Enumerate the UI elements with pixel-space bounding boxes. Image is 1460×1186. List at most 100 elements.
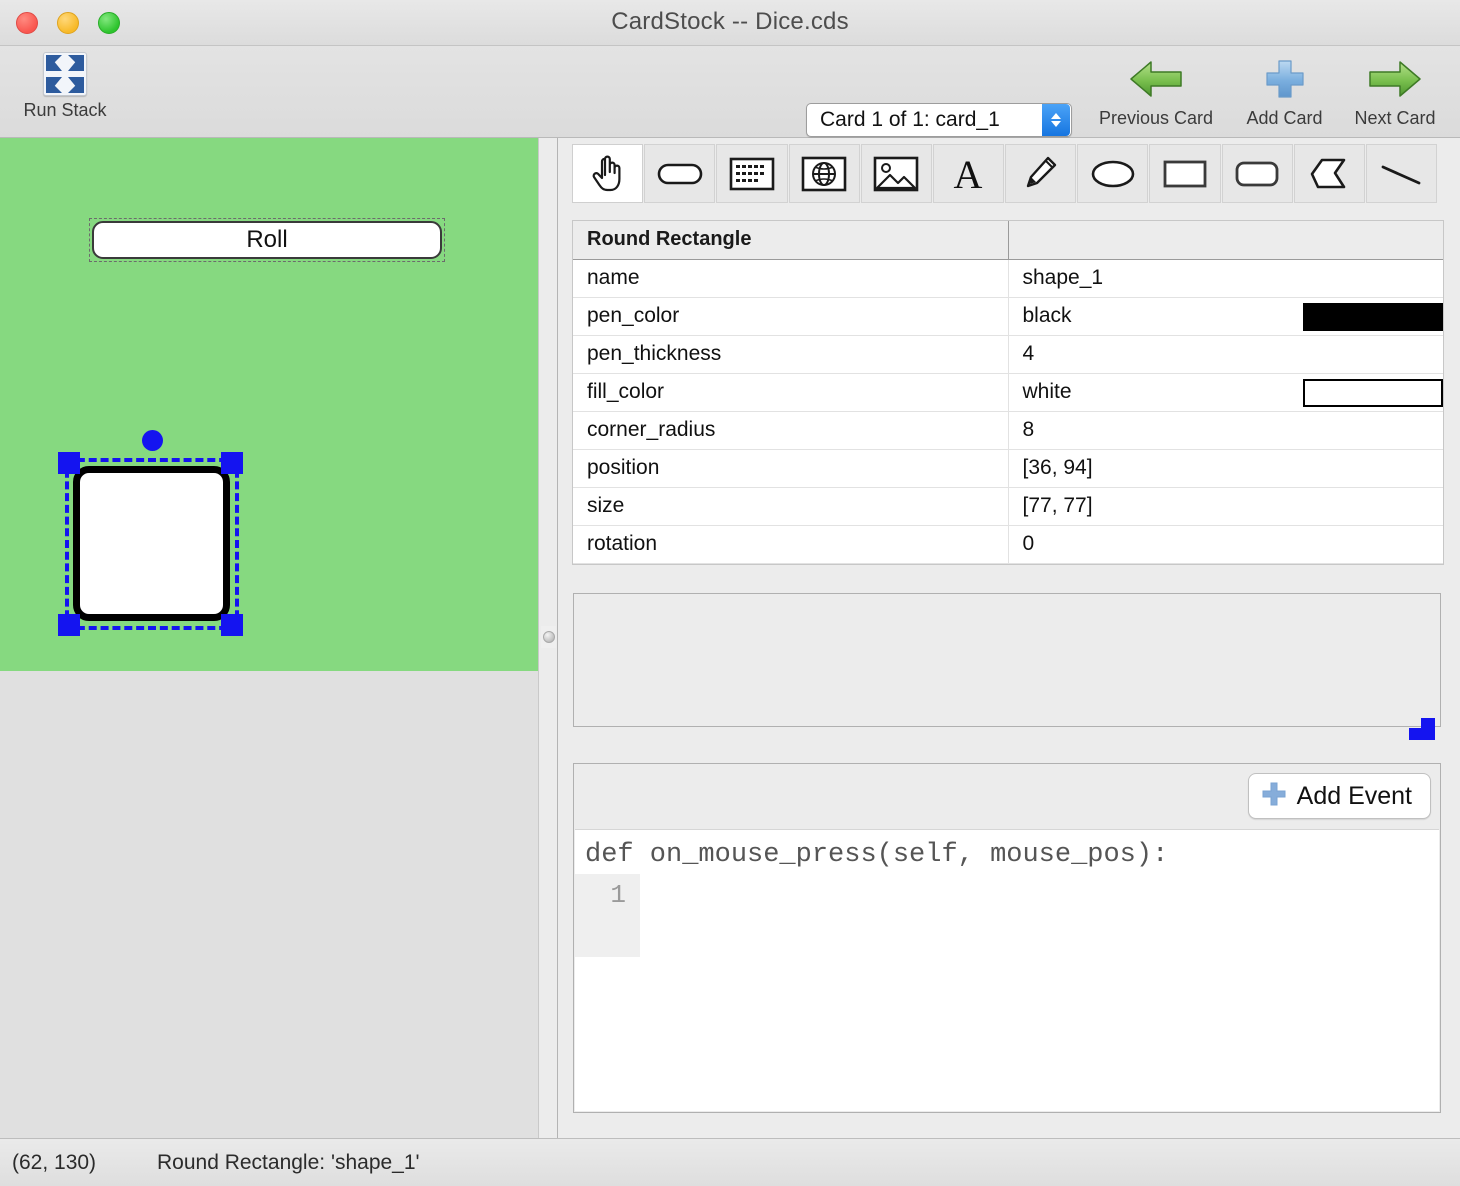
property-key: pen_thickness xyxy=(573,335,1009,374)
line-tool[interactable] xyxy=(1365,144,1438,203)
add-card-label: Add Card xyxy=(1246,108,1323,128)
previous-card-label: Previous Card xyxy=(1098,108,1214,128)
status-selection: Round Rectangle: 'shape_1' xyxy=(157,1150,420,1174)
letter-a-icon: A xyxy=(948,155,988,193)
resize-handle-bottom-left[interactable] xyxy=(58,614,80,636)
line-icon xyxy=(1378,159,1424,189)
resize-handle-top-left[interactable] xyxy=(58,452,80,474)
status-bar: (62, 130) Round Rectangle: 'shape_1' xyxy=(0,1138,1460,1186)
card-canvas[interactable]: Roll xyxy=(0,138,538,671)
run-stack-button[interactable]: Run Stack xyxy=(10,52,120,121)
resize-handle-bottom-right[interactable] xyxy=(221,614,243,636)
rectangle-icon xyxy=(1162,159,1208,189)
scratch-panel[interactable] xyxy=(573,593,1441,727)
panel-resize-handle[interactable] xyxy=(1409,718,1435,740)
property-value-text: white xyxy=(1022,380,1072,403)
card-button-roll[interactable]: Roll xyxy=(89,218,445,262)
code-editor-area[interactable]: 1 xyxy=(575,874,1439,957)
line-number-gutter: 1 xyxy=(575,874,640,957)
add-card-button[interactable]: Add Card xyxy=(1238,54,1331,129)
add-event-button[interactable]: Add Event xyxy=(1247,773,1431,819)
table-row[interactable]: corner_radius 8 xyxy=(573,411,1443,450)
round-rectangle-tool[interactable] xyxy=(1221,144,1293,203)
property-value[interactable]: shape_1 xyxy=(1008,259,1443,298)
property-value[interactable]: black xyxy=(1008,297,1443,336)
property-key: fill_color xyxy=(573,373,1009,412)
property-value[interactable]: 8 xyxy=(1008,411,1443,450)
rotation-handle[interactable] xyxy=(142,430,163,451)
property-value[interactable]: [36, 94] xyxy=(1008,449,1443,488)
table-row[interactable]: fill_color white xyxy=(573,373,1443,412)
pane-splitter[interactable] xyxy=(538,138,558,1138)
fill-color-swatch[interactable] xyxy=(1303,378,1443,407)
splitter-grip-icon[interactable] xyxy=(541,626,556,648)
handler-signature: def on_mouse_press(self, mouse_pos): xyxy=(585,840,1169,870)
main-toolbar: Run Stack Card 1 of 1: card_1 Previous C… xyxy=(0,46,1460,138)
ellipse-icon xyxy=(1090,159,1136,189)
polygon-icon xyxy=(1308,157,1350,191)
table-row[interactable]: rotation 0 xyxy=(573,525,1443,564)
table-row[interactable]: size [77, 77] xyxy=(573,487,1443,526)
add-event-label: Add Event xyxy=(1296,781,1412,810)
property-header-type: Round Rectangle xyxy=(573,221,1008,260)
title-bar: CardStock -- Dice.cds xyxy=(0,0,1460,46)
pen-color-swatch[interactable] xyxy=(1303,302,1443,331)
previous-card-button[interactable]: Previous Card xyxy=(1090,54,1222,129)
property-key: pen_color xyxy=(573,297,1009,336)
property-value[interactable]: 0 xyxy=(1008,525,1443,564)
property-header-row: Round Rectangle xyxy=(573,221,1443,260)
textfield-tool[interactable] xyxy=(716,144,788,203)
property-key: corner_radius xyxy=(573,411,1009,450)
card-selector[interactable]: Card 1 of 1: card_1 xyxy=(806,103,1072,137)
property-value-text: black xyxy=(1022,304,1072,327)
rounded-pill-icon xyxy=(657,161,703,187)
text-field-icon xyxy=(729,157,775,191)
rectangle-tool[interactable] xyxy=(1149,144,1221,203)
webview-tool[interactable] xyxy=(788,144,860,203)
selected-shape[interactable] xyxy=(57,430,247,638)
window-title: CardStock -- Dice.cds xyxy=(611,8,849,35)
resize-handle-top-right[interactable] xyxy=(221,452,243,474)
textlabel-tool[interactable]: A xyxy=(932,144,1005,203)
table-row[interactable]: position [36, 94] xyxy=(573,449,1443,488)
roll-button-label: Roll xyxy=(92,221,442,259)
chevron-updown-icon[interactable] xyxy=(1042,104,1070,136)
next-card-button[interactable]: Next Card xyxy=(1345,54,1445,129)
code-text-area[interactable] xyxy=(640,874,1439,957)
round-rectangle-icon xyxy=(1234,159,1280,189)
table-row[interactable]: name shape_1 xyxy=(573,259,1443,298)
property-value[interactable]: [77, 77] xyxy=(1008,487,1443,526)
run-stack-label: Run Stack xyxy=(23,100,107,120)
round-rectangle-shape[interactable] xyxy=(73,466,230,621)
oval-tool[interactable] xyxy=(1077,144,1149,203)
polygon-tool[interactable] xyxy=(1293,144,1365,203)
hand-pointer-icon xyxy=(591,155,625,193)
table-row[interactable]: pen_color black xyxy=(573,297,1443,336)
code-editor-toolbar: Add Event xyxy=(574,764,1440,829)
button-tool[interactable] xyxy=(644,144,716,203)
code-editor-panel: Add Event def on_mouse_press(self, mouse… xyxy=(573,763,1441,1113)
canvas-pane: Roll xyxy=(0,138,538,1138)
picture-icon xyxy=(873,156,919,192)
table-row[interactable]: pen_thickness 4 xyxy=(573,335,1443,374)
property-value[interactable]: white xyxy=(1008,373,1443,412)
code-editor-body[interactable]: def on_mouse_press(self, mouse_pos): 1 xyxy=(575,829,1439,1111)
pencil-icon xyxy=(1024,155,1058,193)
globe-icon xyxy=(801,156,847,192)
hand-tool[interactable] xyxy=(572,144,644,203)
left-arrow-icon xyxy=(1125,54,1187,104)
plus-icon xyxy=(1257,54,1313,104)
cardstock-window: CardStock -- Dice.cds Run Stack Card 1 o… xyxy=(0,0,1460,1186)
right-arrow-icon xyxy=(1364,54,1426,104)
image-tool[interactable] xyxy=(860,144,932,203)
pen-tool[interactable] xyxy=(1005,144,1077,203)
property-key: name xyxy=(573,259,1009,298)
property-key: rotation xyxy=(573,525,1009,564)
property-key: position xyxy=(573,449,1009,488)
tool-palette: A xyxy=(572,144,1438,203)
inspector-pane: A Round Rectangle name shape_1 pen_color… xyxy=(559,138,1460,1138)
property-key: size xyxy=(573,487,1009,526)
expand-arrows-icon xyxy=(43,52,87,96)
card-selector-value: Card 1 of 1: card_1 xyxy=(820,108,1000,131)
property-value[interactable]: 4 xyxy=(1008,335,1443,374)
